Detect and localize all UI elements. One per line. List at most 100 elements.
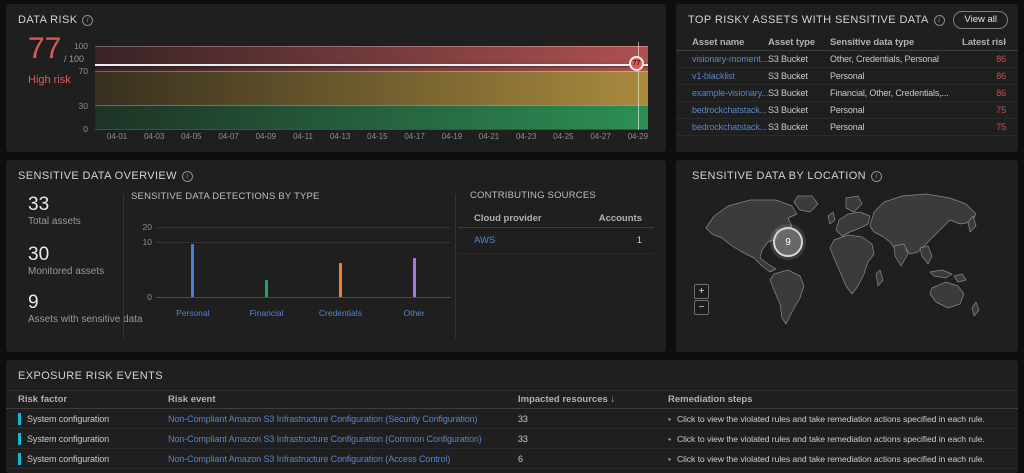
map-zoom-out-button[interactable]: − [694,300,709,315]
asset-type: S3 Bucket [768,122,830,132]
bar-category-label[interactable]: Credentials [304,308,378,318]
data-risk-panel: DATA RISK i 77 / 100 High risk 100 70 30… [6,4,666,152]
latest-risk-score: 75 [962,105,1006,115]
world-map-svg [698,190,998,340]
risk-factor-label: System configuration [27,434,109,444]
risk-event-link[interactable]: Non-Compliant Amazon S3 Infrastructure C… [168,454,518,464]
map-cluster-marker[interactable]: 9 [773,227,803,257]
bullet-icon: • [668,434,671,444]
remediation-text: Click to view the violated rules and tak… [677,414,985,424]
bar-category-label[interactable]: Personal [156,308,230,318]
asset-name-link[interactable]: example-visionary... [692,88,768,98]
bullet-icon: • [668,454,671,464]
latest-risk-score: 86 [962,54,1006,64]
view-all-button[interactable]: View all [953,11,1008,29]
info-icon[interactable]: i [182,171,193,182]
accounts-count: 1 [582,235,642,246]
risk-factor-severity-bar [18,433,21,445]
x-tick: 04-21 [479,132,499,141]
asset-name-link[interactable]: bedrockchatstack... [692,105,768,115]
col-sensitive-data-type: Sensitive data type [830,37,962,48]
risk-factor: System configuration [18,433,168,445]
bar-category-label[interactable]: Other [377,308,451,318]
table-row: System configuration Non-Compliant Amazon… [6,429,1018,449]
risk-factor: System configuration [18,453,168,465]
exposure-title-row: EXPOSURE RISK EVENTS [18,370,163,382]
sort-descending-icon: ↓ [610,394,615,405]
bar-column [304,263,378,297]
contributing-sources-header: Cloud provider Accounts [458,210,654,228]
sensitive-data-type: Personal [830,122,962,132]
top-risky-table-body: visionary-moment...S3 BucketOther, Crede… [676,51,1018,136]
col-asset-type: Asset type [768,37,830,48]
col-remediation-steps: Remediation steps [668,394,1006,405]
latest-risk-score: 75 [962,122,1006,132]
impacted-resources-count: 6 [518,454,668,464]
map-zoom-in-button[interactable]: + [694,284,709,299]
info-icon[interactable]: i [871,171,882,182]
divider [455,194,456,338]
detections-category-labels: PersonalFinancialCredentialsOther [156,308,451,318]
top-risky-title-row: TOP RISKY ASSETS WITH SENSITIVE DATA i [688,14,945,26]
asset-name-link[interactable]: bedrockchatstack... [692,122,768,132]
bar-personal[interactable] [191,244,194,297]
location-title-row: SENSITIVE DATA BY LOCATION i [692,170,882,182]
world-map[interactable] [698,190,998,340]
gridline [95,71,648,72]
impacted-resources-count: 33 [518,414,668,424]
risk-factor-severity-bar [18,413,21,425]
x-tick: 04-13 [330,132,350,141]
remediation-step: •Click to view the violated rules and ta… [668,414,1006,424]
asset-name-link[interactable]: visionary-moment... [692,54,768,64]
info-icon[interactable]: i [934,15,945,26]
x-tick: 04-25 [553,132,573,141]
risk-factor-label: System configuration [27,414,109,424]
exposure-title: EXPOSURE RISK EVENTS [18,370,163,382]
risk-event-link[interactable]: Non-Compliant Amazon S3 Infrastructure C… [168,414,518,424]
asset-name-link[interactable]: v1-blacklist [692,71,768,81]
stat-sensitive-assets-label: Assets with sensitive data [28,314,143,325]
data-risk-chart: 77 [95,46,648,130]
risk-factor-severity-bar [18,453,21,465]
risk-event-link[interactable]: Non-Compliant Amazon S3 Infrastructure C… [168,434,518,444]
location-title: SENSITIVE DATA BY LOCATION [692,170,866,182]
top-risky-title: TOP RISKY ASSETS WITH SENSITIVE DATA [688,14,929,26]
x-axis-line [95,129,648,130]
overview-title-row: SENSITIVE DATA OVERVIEW i [18,170,193,182]
col-impacted-resources[interactable]: Impacted resources ↓ [518,394,668,405]
bar-other[interactable] [413,258,416,297]
remediation-step: • Click to view the violated rules and ta… [668,434,1006,444]
y-tick: 0 [58,124,88,134]
table-row: v1-blacklistS3 BucketPersonal86 [676,68,1018,85]
bar-financial[interactable] [265,280,268,297]
latest-risk-score: 86 [962,88,1006,98]
table-row: visionary-moment...S3 BucketOther, Crede… [676,51,1018,68]
col-asset-name: Asset name [692,37,768,48]
gridline [95,46,648,47]
risk-score-line [95,64,648,66]
bar-column [156,244,230,297]
remediation-text: Click to view the violated rules and tak… [677,434,985,444]
risk-band-medium [95,71,648,105]
table-row: AWS 1 [458,228,654,254]
info-icon[interactable]: i [82,15,93,26]
overview-title: SENSITIVE DATA OVERVIEW [18,170,177,182]
col-risk-factor: Risk factor [18,394,168,405]
col-latest-risk-score: Latest risk score [962,37,1006,48]
x-tick: 04-27 [590,132,610,141]
table-row: System configuration Non-Compliant Amazon… [6,409,1018,429]
stat-sensitive-assets-value: 9 [28,292,39,314]
cloud-provider-link[interactable]: AWS [474,235,582,246]
asset-type: S3 Bucket [768,105,830,115]
gridline [95,105,648,106]
bar-credentials[interactable] [339,263,342,297]
table-row: example-visionary...S3 BucketFinancial, … [676,85,1018,102]
bar-category-label[interactable]: Financial [230,308,304,318]
latest-risk-score: 86 [962,71,1006,81]
data-risk-title: DATA RISK [18,14,77,26]
sensitive-data-type: Personal [830,71,962,81]
stat-monitored-assets-label: Monitored assets [28,266,104,277]
data-risk-score-denominator: / 100 [64,54,84,64]
x-tick: 04-01 [107,132,127,141]
y-tick: 20 [134,222,152,232]
